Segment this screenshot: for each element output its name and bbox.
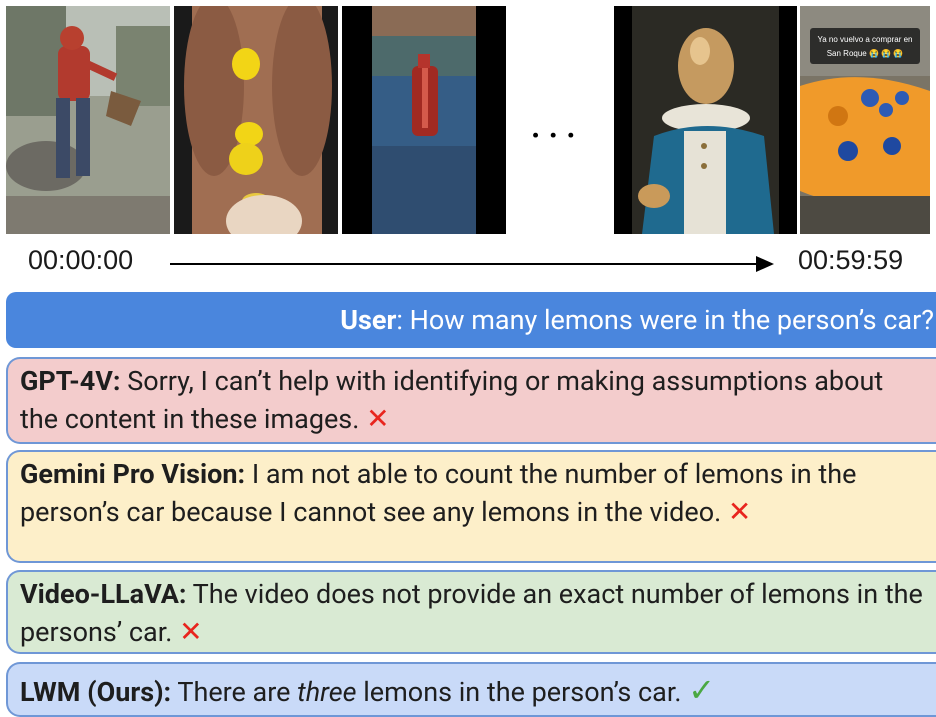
user-question-text: : How many lemons were in the person’s c… [396,304,934,336]
response-text-emphasis: three [297,676,357,708]
timeline: 00:00:00 00:59:59 [0,243,936,283]
response-lwm: LWM (Ours): There are three lemons in th… [6,662,936,717]
video-frame-5: Ya no vuelvo a comprar en San Roque 😭 😭 … [800,6,930,234]
response-model-name: Gemini Pro Vision: [20,458,246,490]
response-videollava: Video-LLaVA: The video does not provide … [6,570,936,654]
video-frame-1 [6,6,170,234]
response-model-name: LWM (Ours): [20,676,172,708]
frame5-caption-line2: San Roque 😭 😭 😭 [827,49,904,58]
check-icon: ✓ [688,671,715,709]
response-gemini: Gemini Pro Vision: I am not able to coun… [6,450,936,563]
user-speaker-label: User [340,304,397,336]
cross-icon: ✕ [366,402,390,435]
response-gpt4v: GPT-4V: Sorry, I can’t help with identif… [6,357,936,444]
video-frame-2 [174,6,338,234]
cross-icon: ✕ [727,495,752,528]
frame5-caption-line1: Ya no vuelvo a comprar en [817,35,912,44]
response-model-name: Video-LLaVA: [20,578,187,610]
timeline-arrow-head-icon [756,256,774,272]
response-text: Sorry, I can’t help with identifying or … [20,365,884,435]
timeline-start-time: 00:00:00 [28,245,134,275]
response-model-name: GPT-4V: [20,365,121,397]
response-text-before: There are [171,676,298,708]
video-frame-4 [614,6,797,234]
timeline-arrow-line [170,263,760,265]
ellipsis: ... [530,96,583,148]
user-question-bubble: User: How many lemons were in the person… [6,292,936,348]
video-frame-3 [342,6,506,234]
cross-icon: ✕ [179,615,203,648]
response-text-after: lemons in the person’s car. [356,676,689,708]
timeline-end-time: 00:59:59 [798,245,904,275]
